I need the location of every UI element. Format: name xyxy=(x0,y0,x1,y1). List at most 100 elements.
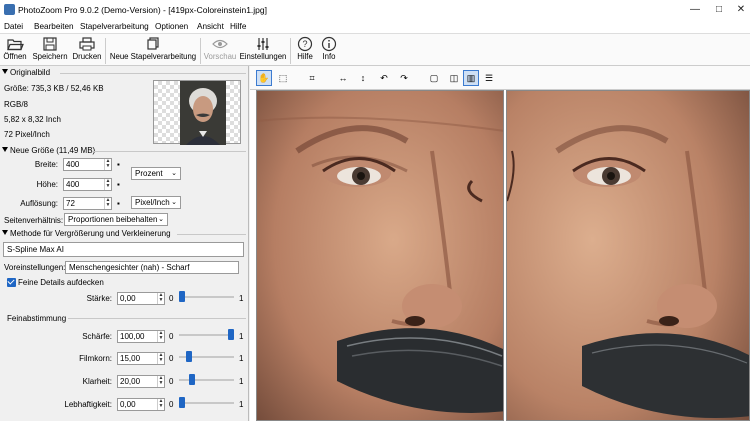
slider-max: 1 xyxy=(239,332,244,341)
crop-icon[interactable]: ⌗ xyxy=(304,70,320,86)
slider-track xyxy=(179,402,234,404)
original-size: Größe: 735,3 KB / 52,46 KB xyxy=(4,84,104,93)
spin-arrows-icon[interactable]: ▲ ▼ xyxy=(104,159,111,170)
tuning-slider[interactable] xyxy=(179,328,234,341)
spin-arrows-icon[interactable]: ▲ ▼ xyxy=(157,376,164,387)
slider-track xyxy=(179,379,234,381)
chevron-down-icon: ⌄ xyxy=(171,199,177,206)
result-face-preview xyxy=(507,91,749,420)
single-view-icon[interactable]: ▢ xyxy=(426,70,442,86)
original-resolution: 72 Pixel/Inch xyxy=(4,130,50,139)
svg-text:?: ? xyxy=(302,39,307,49)
new-batch-button[interactable]: Neue Stapelverarbeitung xyxy=(108,36,198,66)
collapse-triangle-icon xyxy=(2,69,8,74)
settings-button[interactable]: Einstellungen xyxy=(238,36,288,66)
slider-thumb[interactable] xyxy=(188,374,195,385)
print-button[interactable]: Drucken xyxy=(71,36,103,66)
slider-min: 0 xyxy=(169,377,174,386)
spin-arrows-icon[interactable]: ▲ ▼ xyxy=(104,198,111,209)
tuning-slider[interactable] xyxy=(179,373,234,386)
menu-bar: Datei Bearbeiten Stapelverarbeitung Opti… xyxy=(0,20,750,34)
aspect-select[interactable]: Proportionen beibehalten ⌄ xyxy=(64,213,168,226)
info-button[interactable]: Info xyxy=(318,36,340,66)
tuning-label: Filmkorn: xyxy=(79,354,112,363)
width-label: Breite: xyxy=(34,160,58,169)
original-preview-pane[interactable] xyxy=(256,90,504,421)
menu-bearbeiten[interactable]: Bearbeiten xyxy=(34,22,74,31)
sliders-icon xyxy=(257,38,269,50)
strength-input[interactable]: 0,00 ▲ ▼ xyxy=(117,292,165,305)
minimize-icon[interactable]: — xyxy=(688,3,702,17)
original-section-header[interactable]: Originalbild xyxy=(2,68,50,77)
tuning-input[interactable]: 0,00 ▲ ▼ xyxy=(117,398,165,411)
resolution-unit-select[interactable]: Pixel/Inch ⌄ xyxy=(131,196,181,209)
spin-arrows-icon[interactable]: ▲ ▼ xyxy=(157,353,164,364)
question-icon: ? xyxy=(297,36,313,52)
slider-max: 1 xyxy=(239,377,244,386)
preset-select[interactable]: Menschengesichter (nah) - Scharf xyxy=(65,261,239,274)
maximize-icon[interactable]: □ xyxy=(712,3,726,17)
fine-details-label: Feine Details aufdecken xyxy=(18,278,104,287)
hand-tool-icon[interactable]: ✋ xyxy=(256,70,272,86)
strength-slider[interactable] xyxy=(179,290,234,303)
toolbar-separator xyxy=(105,38,106,64)
rotate-left-icon[interactable]: ↶ xyxy=(376,70,392,86)
spin-arrows-icon[interactable]: ▲ ▼ xyxy=(157,293,164,304)
split-view-icon[interactable]: ◫ xyxy=(446,70,462,86)
preview-button[interactable]: Vorschau xyxy=(203,36,237,66)
save-button[interactable]: Speichern xyxy=(31,36,69,66)
original-face-preview xyxy=(257,91,503,420)
spin-arrows-icon[interactable]: ▲ ▼ xyxy=(104,179,111,190)
tuning-slider[interactable] xyxy=(179,396,234,409)
resolution-input[interactable]: 72 ▲ ▼ xyxy=(63,197,112,210)
tuning-input[interactable]: 100,00 ▲ ▼ xyxy=(117,330,165,343)
tuning-input[interactable]: 15,00 ▲ ▼ xyxy=(117,352,165,365)
collapse-triangle-icon xyxy=(2,230,8,235)
resolution-label: Auflösung: xyxy=(20,199,58,208)
view-toolbar: ✋ ⬚ ⌗ ↔ ↕ ↶ ↷ ▢ ◫ ▥ ☰ xyxy=(250,66,750,90)
slider-thumb[interactable] xyxy=(179,291,185,302)
tuning-slider[interactable] xyxy=(179,350,234,363)
result-preview-pane[interactable] xyxy=(506,90,750,421)
method-select[interactable]: S-Spline Max AI xyxy=(3,242,244,257)
menu-hilfe[interactable]: Hilfe xyxy=(230,22,246,31)
portrait-thumbnail xyxy=(180,81,226,145)
size-unit-select[interactable]: Prozent ⌄ xyxy=(131,167,181,180)
fit-width-icon[interactable]: ↔ xyxy=(335,70,351,86)
help-button[interactable]: ? Hilfe xyxy=(293,36,317,66)
eye-icon xyxy=(212,39,228,49)
open-button[interactable]: Öffnen xyxy=(2,36,28,66)
close-icon[interactable]: ✕ xyxy=(734,3,748,17)
spin-arrows-icon[interactable]: ▲ ▼ xyxy=(157,399,164,410)
slider-thumb[interactable] xyxy=(228,329,234,340)
original-mode: RGB/8 xyxy=(4,100,29,109)
window-title: PhotoZoom Pro 9.0.2 (Demo-Version) - [41… xyxy=(18,5,267,15)
slider-thumb[interactable] xyxy=(186,351,193,362)
collapse-triangle-icon xyxy=(2,147,8,152)
slider-min: 0 xyxy=(169,294,174,303)
menu-ansicht[interactable]: Ansicht xyxy=(197,22,224,31)
tuning-label: Klarheit: xyxy=(82,377,112,386)
slider-thumb[interactable] xyxy=(179,397,185,408)
menu-datei[interactable]: Datei xyxy=(4,22,23,31)
rotate-right-icon[interactable]: ↷ xyxy=(396,70,412,86)
slider-max: 1 xyxy=(239,400,244,409)
fine-details-checkbox[interactable] xyxy=(7,278,16,287)
menu-optionen[interactable]: Optionen xyxy=(155,22,188,31)
new-size-section-header[interactable]: Neue Größe (11,49 MB) xyxy=(2,146,95,155)
stacked-view-icon[interactable]: ☰ xyxy=(481,70,497,86)
height-input[interactable]: 400 ▲ ▼ xyxy=(63,178,112,191)
width-input[interactable]: 400 ▲ ▼ xyxy=(63,158,112,171)
original-dimensions: 5,82 x 8,32 Inch xyxy=(4,115,61,124)
menu-stapelverarbeitung[interactable]: Stapelverarbeitung xyxy=(80,22,149,31)
slider-track xyxy=(179,334,234,336)
batch-icon xyxy=(147,37,159,50)
select-tool-icon[interactable]: ⬚ xyxy=(275,70,291,86)
fit-height-icon[interactable]: ↕ xyxy=(355,70,371,86)
method-section-header[interactable]: Methode für Vergrößerung und Verkleineru… xyxy=(2,229,171,238)
side-by-side-view-icon[interactable]: ▥ xyxy=(463,70,479,86)
link-mark: ▪ xyxy=(117,180,120,189)
spin-arrows-icon[interactable]: ▲ ▼ xyxy=(157,331,164,342)
folder-open-icon xyxy=(7,39,24,51)
tuning-input[interactable]: 20,00 ▲ ▼ xyxy=(117,375,165,388)
